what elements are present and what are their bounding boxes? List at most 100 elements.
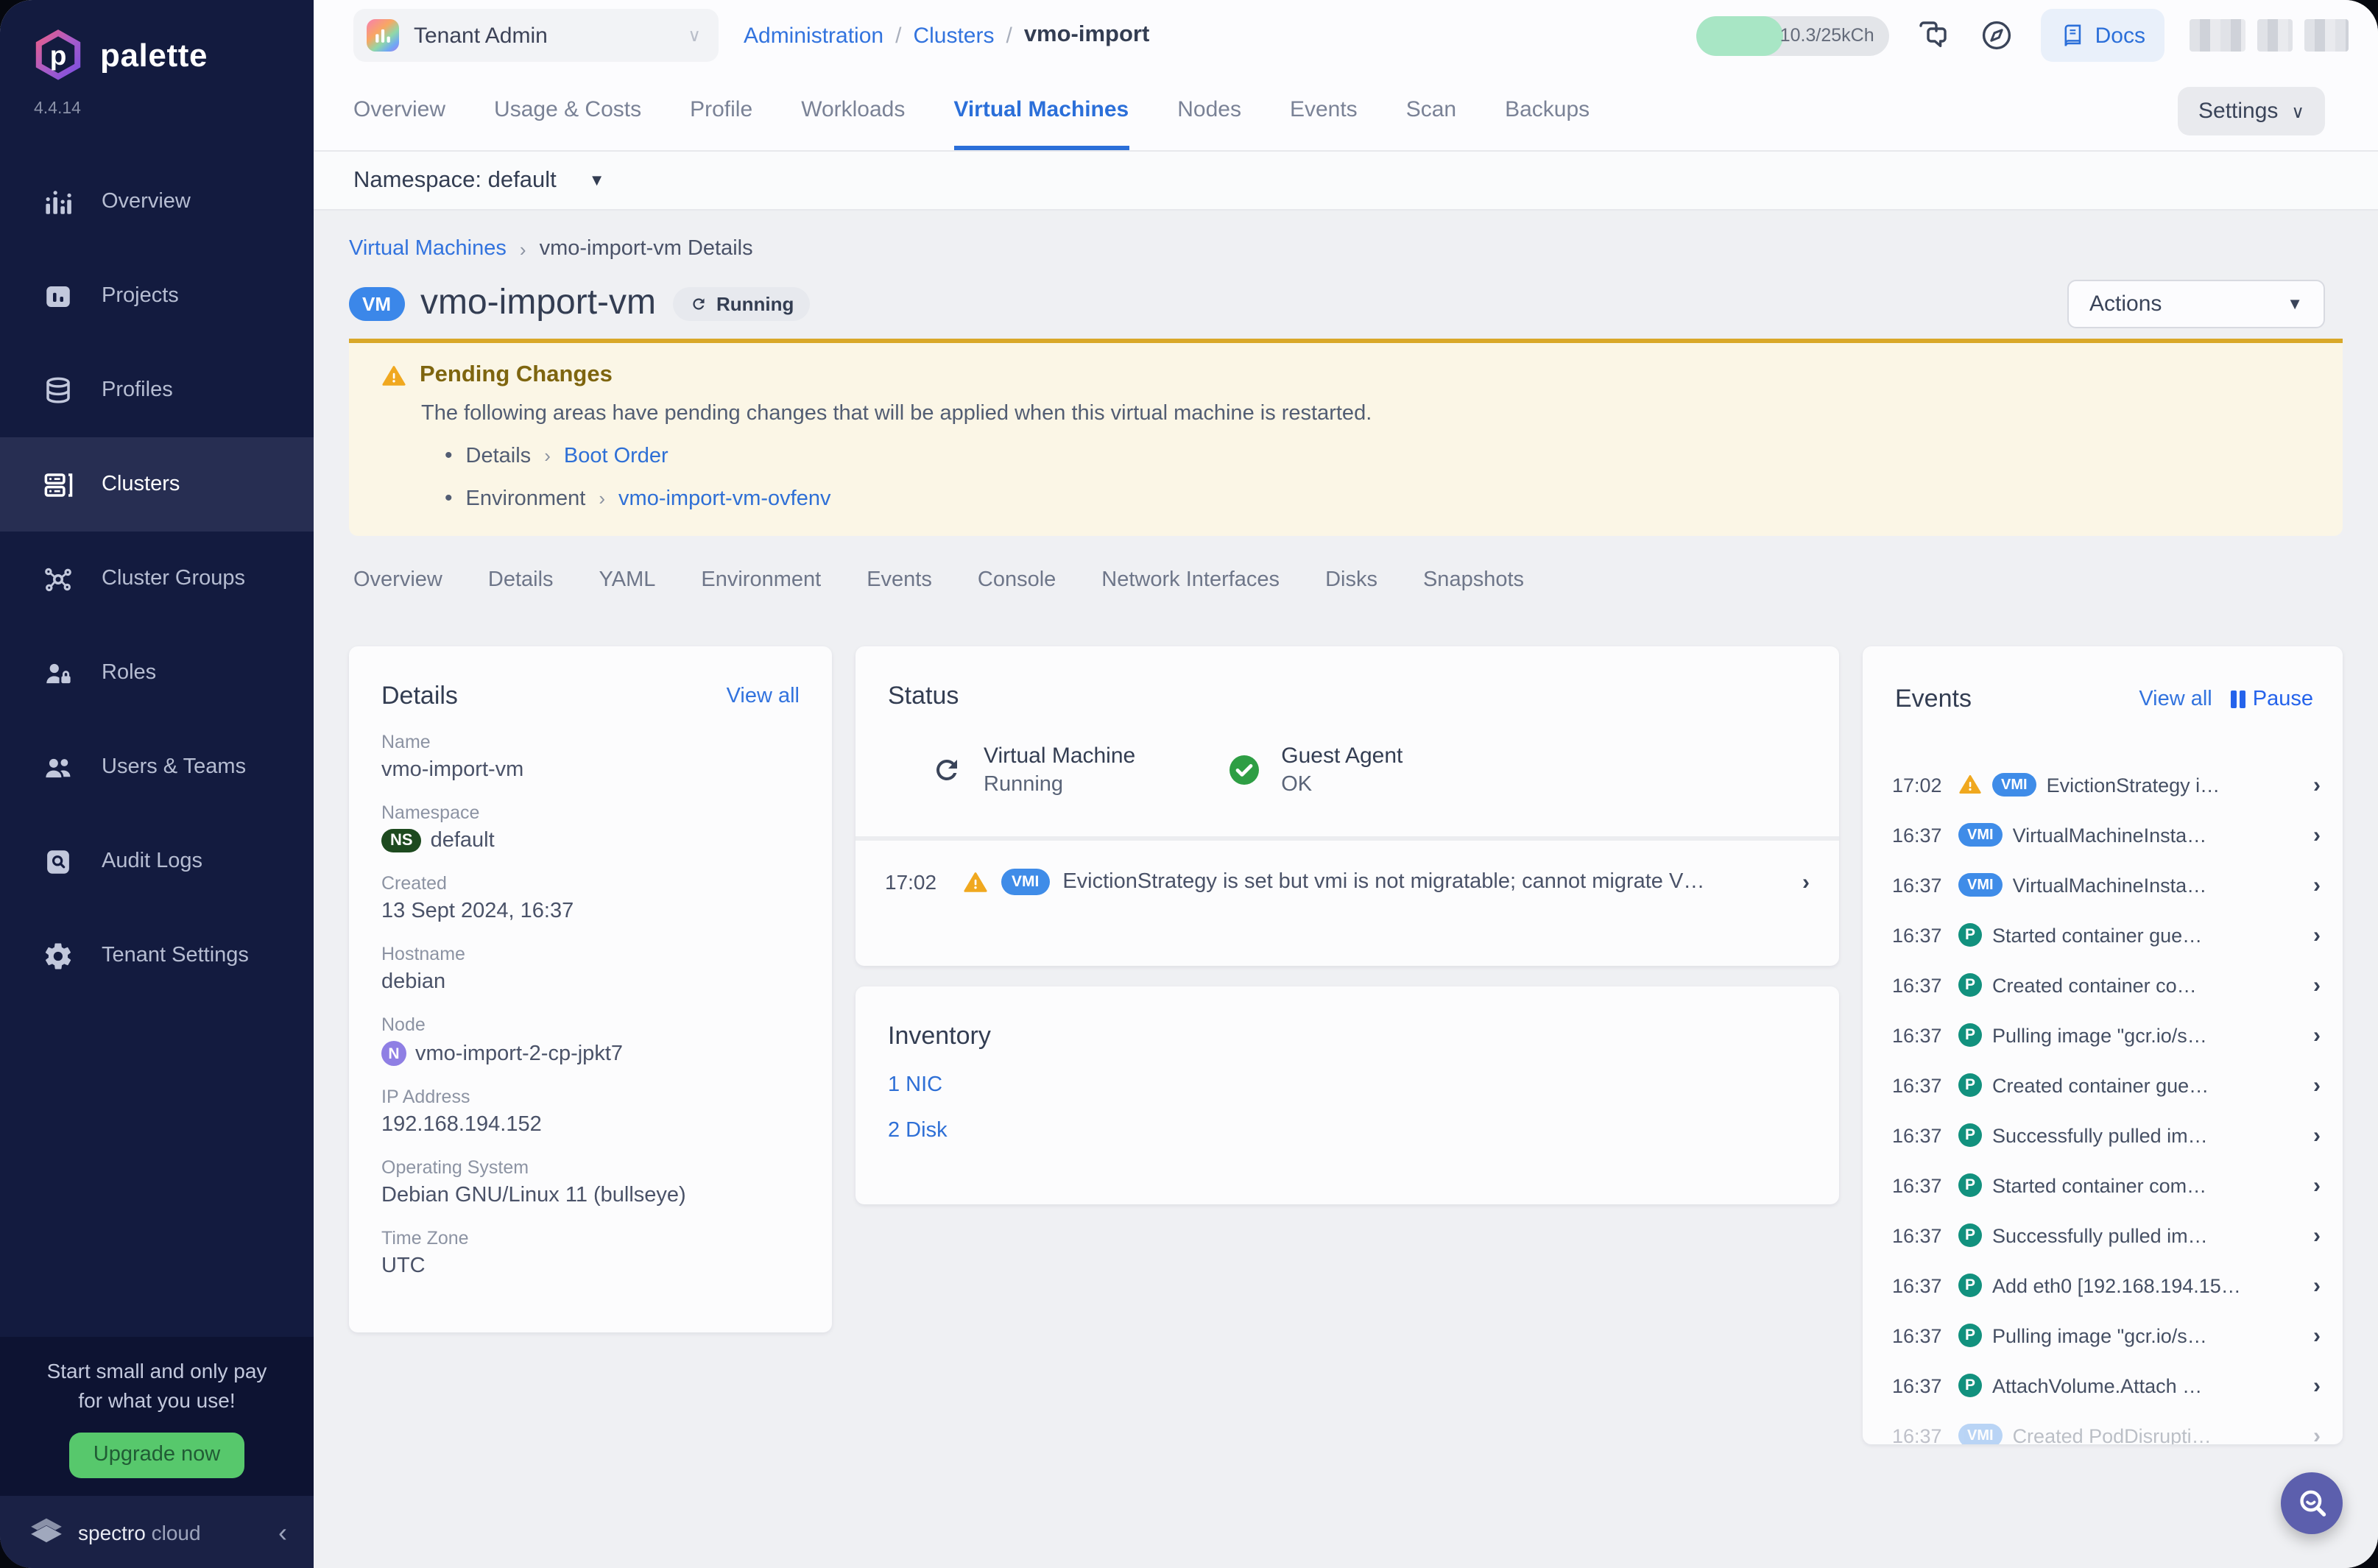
sidebar-item-clusters[interactable]: Clusters bbox=[0, 437, 314, 532]
detail-field-text: Debian GNU/Linux 11 (bullseye) bbox=[381, 1184, 686, 1207]
event-time: 16:37 bbox=[1892, 1224, 1948, 1246]
tab-events[interactable]: Events bbox=[1290, 71, 1358, 150]
sidebar-item-users-teams[interactable]: Users & Teams bbox=[0, 720, 314, 814]
breadcrumb-administration[interactable]: Administration bbox=[744, 23, 883, 48]
detail-field-label: Hostname bbox=[381, 944, 800, 964]
pending-change-link-vmo-import-vm-ovfenv[interactable]: vmo-import-vm-ovfenv bbox=[618, 487, 830, 510]
chevron-right-icon[interactable]: › bbox=[2313, 772, 2321, 797]
top-right-cluster: 10.3/25kCh Docs bbox=[1696, 9, 2349, 62]
sidebar-item-overview[interactable]: Overview bbox=[0, 155, 314, 249]
chevron-right-icon[interactable]: › bbox=[2313, 1273, 2321, 1298]
chevron-right-icon[interactable]: › bbox=[2313, 1423, 2321, 1444]
subtab-overview[interactable]: Overview bbox=[353, 568, 442, 592]
subtab-details[interactable]: Details bbox=[488, 568, 554, 592]
chevron-right-icon[interactable]: › bbox=[2313, 1123, 2321, 1148]
chevron-right-icon[interactable]: › bbox=[2313, 1073, 2321, 1098]
search-fab-button[interactable] bbox=[2281, 1472, 2343, 1534]
settings-button[interactable]: Settings ∨ bbox=[2178, 87, 2325, 135]
event-row[interactable]: 16:37VMIVirtualMachineInsta…› bbox=[1863, 810, 2343, 860]
caret-down-icon[interactable]: ▼ bbox=[589, 172, 605, 189]
chevron-right-icon[interactable]: › bbox=[1802, 869, 1810, 894]
sidebar-collapse-icon[interactable]: ‹ bbox=[278, 1519, 287, 1545]
tenant-settings-icon bbox=[43, 940, 74, 971]
event-row[interactable]: 16:37PSuccessfully pulled im…› bbox=[1863, 1210, 2343, 1260]
sidebar-item-tenant-settings[interactable]: Tenant Settings bbox=[0, 908, 314, 1003]
chevron-right-icon[interactable]: › bbox=[2313, 972, 2321, 997]
event-row[interactable]: 16:37VMICreated PodDisrupti…› bbox=[1863, 1410, 2343, 1444]
clusters-icon bbox=[43, 469, 74, 500]
tab-profile[interactable]: Profile bbox=[690, 71, 752, 150]
events-view-all-link[interactable]: View all bbox=[2139, 688, 2212, 711]
subtab-yaml[interactable]: YAML bbox=[599, 568, 656, 592]
tab-usage-costs[interactable]: Usage & Costs bbox=[494, 71, 641, 150]
subtab-events[interactable]: Events bbox=[867, 568, 932, 592]
subtab-console[interactable]: Console bbox=[978, 568, 1056, 592]
event-row[interactable]: 16:37VMIVirtualMachineInsta…› bbox=[1863, 860, 2343, 910]
tenant-selector[interactable]: Tenant Admin ∨ bbox=[353, 9, 719, 62]
inventory-link-1-nic[interactable]: 1 NIC bbox=[888, 1073, 1807, 1097]
chevron-right-icon[interactable]: › bbox=[2313, 1173, 2321, 1198]
tab-backups[interactable]: Backups bbox=[1505, 71, 1590, 150]
tab-nodes[interactable]: Nodes bbox=[1177, 71, 1241, 150]
tab-scan[interactable]: Scan bbox=[1406, 71, 1456, 150]
chevron-right-icon[interactable]: › bbox=[2313, 872, 2321, 897]
detail-field-value: Nvmo-import-2-cp-jpkt7 bbox=[381, 1041, 800, 1066]
chevron-right-icon[interactable]: › bbox=[2313, 822, 2321, 847]
detail-field-created: Created13 Sept 2024, 16:37 bbox=[381, 873, 800, 923]
status-item-texts: Virtual MachineRunning bbox=[984, 744, 1135, 797]
event-row[interactable]: 16:37PCreated container co…› bbox=[1863, 960, 2343, 1010]
status-event-row[interactable]: 17:02 VMI EvictionStrategy is set but vm… bbox=[855, 861, 1839, 903]
tab-virtual-machines[interactable]: Virtual Machines bbox=[953, 71, 1129, 150]
sidebar-item-roles[interactable]: Roles bbox=[0, 626, 314, 720]
sidebar-item-audit-logs[interactable]: Audit Logs bbox=[0, 814, 314, 908]
pod-badge: P bbox=[1958, 1274, 1982, 1297]
subtab-network-interfaces[interactable]: Network Interfaces bbox=[1101, 568, 1280, 592]
details-view-all-link[interactable]: View all bbox=[727, 685, 800, 708]
vmi-badge: VMI bbox=[1958, 873, 2003, 897]
event-row[interactable]: 16:37PCreated container gue…› bbox=[1863, 1060, 2343, 1110]
tab-overview[interactable]: Overview bbox=[353, 71, 445, 150]
event-text: EvictionStrategy i… bbox=[2047, 774, 2303, 796]
detail-field-name: Namevmo-import-vm bbox=[381, 732, 800, 782]
docs-button[interactable]: Docs bbox=[2041, 9, 2164, 62]
spectro-cloud-logo-icon bbox=[28, 1514, 65, 1550]
detail-field-value: debian bbox=[381, 970, 800, 994]
sidebar-item-cluster-groups[interactable]: Cluster Groups bbox=[0, 532, 314, 626]
divider bbox=[855, 836, 1839, 841]
event-row[interactable]: 16:37PAttachVolume.Attach …› bbox=[1863, 1360, 2343, 1410]
actions-button[interactable]: Actions ▼ bbox=[2067, 280, 2325, 328]
sidebar-item-profiles[interactable]: Profiles bbox=[0, 343, 314, 437]
chevron-right-icon[interactable]: › bbox=[2313, 1373, 2321, 1398]
inventory-link-2-disk[interactable]: 2 Disk bbox=[888, 1119, 1807, 1143]
event-row[interactable]: 16:37PSuccessfully pulled im…› bbox=[1863, 1110, 2343, 1160]
chevron-right-icon[interactable]: › bbox=[2313, 922, 2321, 947]
chevron-right-icon[interactable]: › bbox=[2313, 1023, 2321, 1048]
events-pause-button[interactable]: Pause bbox=[2231, 688, 2313, 711]
upgrade-now-button[interactable]: Upgrade now bbox=[69, 1432, 244, 1477]
pod-badge: P bbox=[1958, 1123, 1982, 1147]
subtab-environment[interactable]: Environment bbox=[701, 568, 821, 592]
chevron-right-icon: › bbox=[544, 445, 551, 467]
sidebar-item-projects[interactable]: Projects bbox=[0, 249, 314, 343]
pending-change-link-boot-order[interactable]: Boot Order bbox=[564, 444, 668, 467]
event-row[interactable]: 16:37PAdd eth0 [192.168.194.15…› bbox=[1863, 1260, 2343, 1310]
chat-icon[interactable] bbox=[1914, 16, 1952, 54]
breadcrumb-clusters[interactable]: Clusters bbox=[913, 23, 994, 48]
event-row[interactable]: 16:37PStarted container com…› bbox=[1863, 1160, 2343, 1210]
vmi-badge: VMI bbox=[1958, 1424, 2003, 1444]
subtab-snapshots[interactable]: Snapshots bbox=[1423, 568, 1524, 592]
subtab-disks[interactable]: Disks bbox=[1325, 568, 1377, 592]
event-row[interactable]: 16:37PStarted container gue…› bbox=[1863, 910, 2343, 960]
chevron-right-icon[interactable]: › bbox=[2313, 1323, 2321, 1348]
detail-field-value: NSdefault bbox=[381, 829, 800, 852]
redacted-user-info bbox=[2190, 19, 2349, 52]
event-row[interactable]: 16:37PPulling image "gcr.io/s…› bbox=[1863, 1310, 2343, 1360]
event-row[interactable]: 16:37PPulling image "gcr.io/s…› bbox=[1863, 1010, 2343, 1060]
compass-icon[interactable] bbox=[1977, 16, 2016, 54]
event-row[interactable]: 17:02VMIEvictionStrategy i…› bbox=[1863, 760, 2343, 810]
tab-workloads[interactable]: Workloads bbox=[801, 71, 905, 150]
namespace-bar: Namespace: default ▼ bbox=[314, 152, 2378, 211]
app-version: 4.4.14 bbox=[34, 100, 314, 118]
breadcrumb-virtual-machines-link[interactable]: Virtual Machines bbox=[349, 237, 507, 261]
chevron-right-icon[interactable]: › bbox=[2313, 1223, 2321, 1248]
